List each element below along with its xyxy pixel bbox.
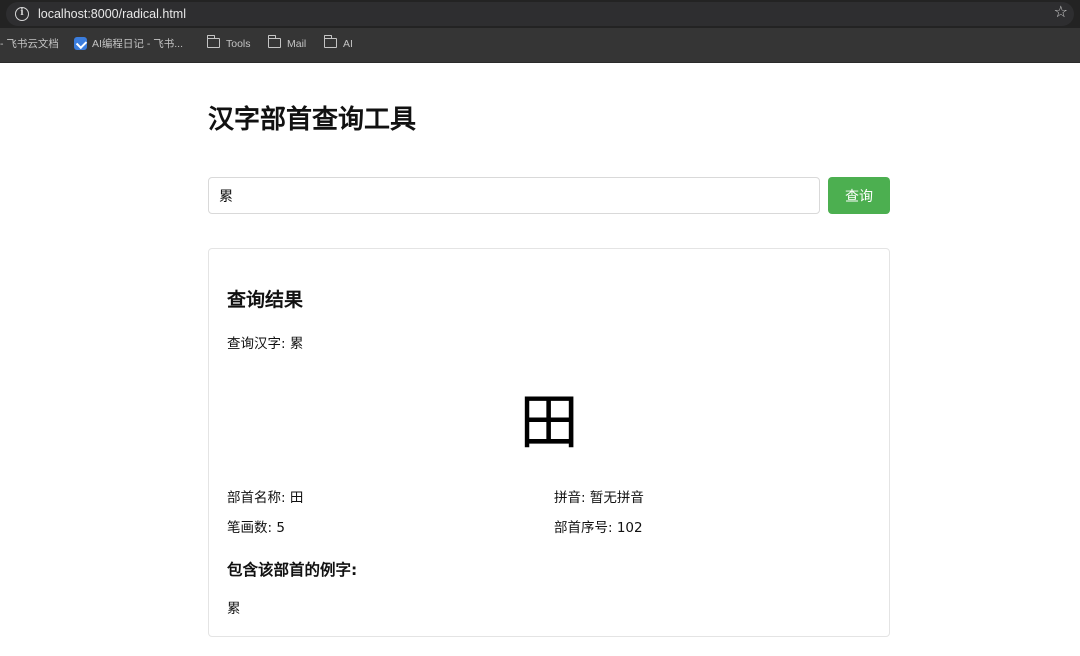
search-input[interactable] [208, 177, 820, 214]
bookmark-folder-tools[interactable]: Tools [207, 28, 251, 63]
radical-name: 部首名称: 田 [227, 490, 304, 506]
bookmark-feishu-docs[interactable]: - 飞书云文档 [0, 28, 59, 63]
radical-index: 部首序号: 102 [554, 520, 643, 536]
folder-icon [268, 35, 281, 49]
example-char: 累 [227, 601, 241, 617]
star-icon[interactable]: ☆ [1054, 1, 1068, 23]
feishu-favicon-icon [74, 36, 87, 50]
bookmark-folder-mail[interactable]: Mail [268, 28, 306, 63]
query-button[interactable]: 查询 [828, 177, 890, 214]
page-title: 汉字部首查询工具 [208, 105, 417, 135]
folder-icon [207, 35, 220, 49]
info-icon[interactable]: i [15, 7, 29, 21]
stroke-count: 笔画数: 5 [227, 520, 285, 536]
url-text[interactable]: localhost:8000/radical.html [38, 5, 186, 23]
folder-icon [324, 35, 337, 49]
radical-pinyin: 拼音: 暂无拼音 [554, 490, 644, 506]
examples-heading: 包含该部首的例字: [227, 561, 358, 579]
radical-display: 田 [519, 388, 579, 458]
bookmark-ai-diary[interactable]: AI编程日记 - 飞书... [74, 28, 183, 63]
browser-address-bar: i localhost:8000/radical.html ☆ [0, 0, 1080, 28]
result-card: 查询结果 查询汉字: 累 田 部首名称: 田 拼音: 暂无拼音 笔画数: 5 部… [208, 248, 890, 637]
query-char-label: 查询汉字: 累 [227, 336, 304, 352]
url-field[interactable]: i localhost:8000/radical.html [6, 2, 1074, 26]
bookmark-folder-ai[interactable]: AI [324, 28, 353, 63]
result-title: 查询结果 [227, 289, 304, 311]
bookmarks-bar: - 飞书云文档 AI编程日记 - 飞书... Tools Mail AI [0, 28, 1080, 63]
